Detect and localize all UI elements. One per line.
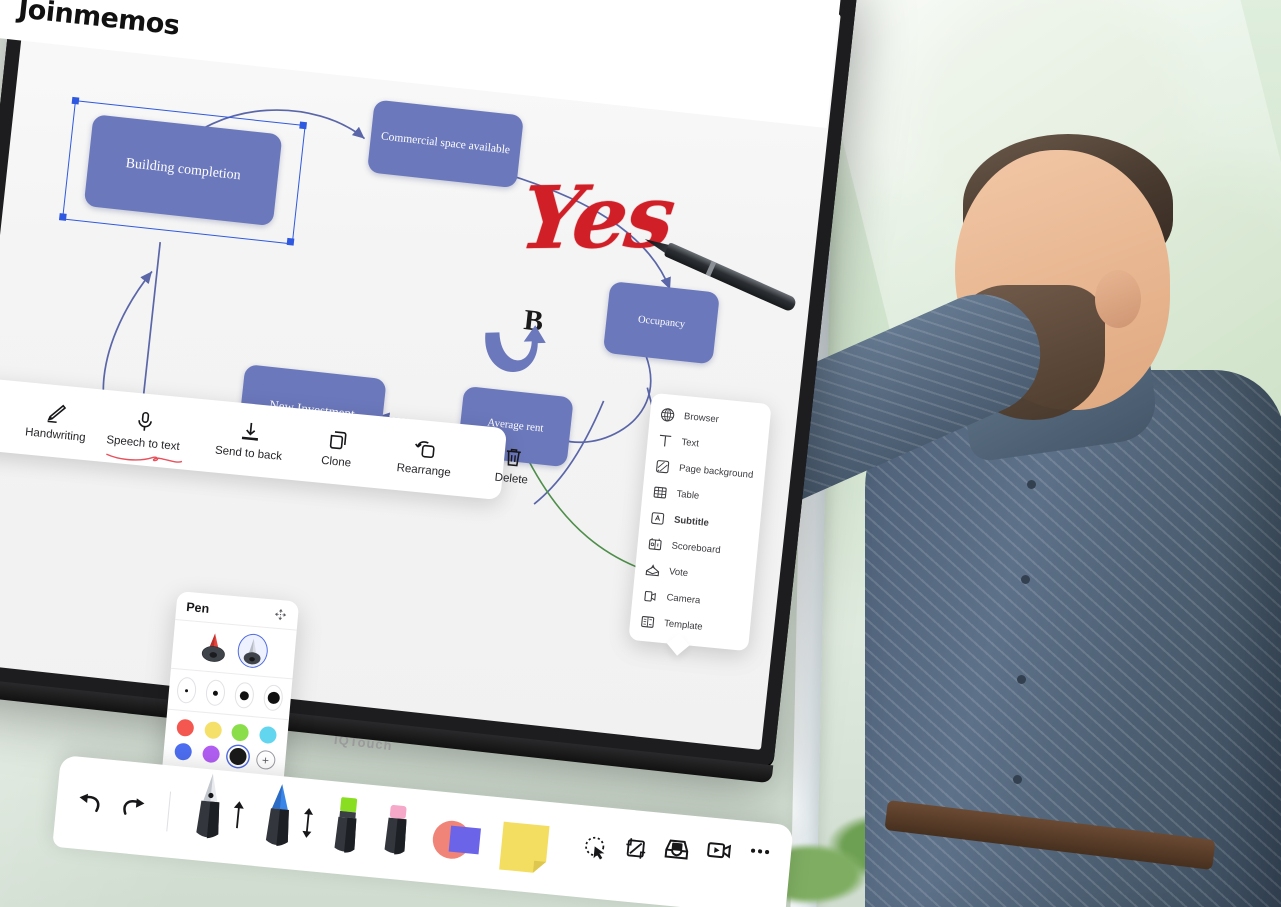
ctx-label: Clone (320, 454, 352, 470)
color-swatch-cyan[interactable] (258, 725, 277, 745)
node-label: Building completion (124, 156, 242, 184)
person-using-whiteboard (595, 120, 1281, 907)
node-occupancy[interactable]: Occupancy (602, 281, 720, 365)
color-swatch-blue[interactable] (174, 742, 193, 761)
screenshot-root: IQTouch Building completion Commercial s… (0, 0, 1281, 907)
send-to-back-icon (241, 422, 259, 441)
redo-button[interactable] (117, 792, 150, 825)
undo-button[interactable] (73, 788, 106, 821)
node-label: Occupancy (637, 314, 686, 331)
move-icon[interactable] (272, 607, 288, 623)
redo-arrow-icon (123, 798, 145, 815)
menu-item-label: Template (663, 617, 704, 633)
screenshot-crop-icon (626, 838, 646, 859)
menu-item-label: Page background (678, 462, 754, 481)
lasso-select-button[interactable] (581, 833, 609, 861)
curved-arrow-shape (485, 325, 546, 373)
camera-icon (644, 590, 656, 602)
fountain-pen-icon (196, 773, 220, 839)
marker-pen-icon (265, 784, 289, 846)
menu-item-label: Vote (668, 565, 689, 579)
copy-icon (329, 431, 347, 450)
table-grid-icon (653, 486, 667, 498)
ballot-box-icon (645, 563, 660, 576)
marker-pen-icon[interactable] (199, 630, 230, 664)
eraser-icon (384, 805, 407, 855)
lasso-select-icon (585, 836, 605, 860)
ctx-handwriting[interactable]: Handwriting (12, 393, 102, 449)
ctx-clone[interactable]: Clone (292, 420, 382, 476)
menu-item-label: Scoreboard (671, 539, 722, 556)
toolbar-divider (195, 415, 199, 454)
thickness-m-button[interactable] (233, 681, 255, 710)
menu-item-label: Camera (666, 591, 701, 606)
menu-item-label: Table (676, 488, 700, 502)
marker-pen-tool-button[interactable] (255, 779, 318, 862)
color-swatch-yellow[interactable] (203, 720, 223, 740)
resize-vertical-icon (302, 807, 314, 838)
undo-arrow-icon (79, 793, 100, 813)
color-swatch-red[interactable] (176, 718, 195, 738)
thickness-xs-button[interactable] (175, 676, 198, 705)
text-t-icon (659, 434, 672, 446)
insert-menu-popup: Browser Text Page background Table Subti… (628, 392, 772, 652)
device-brand-label: IQTouch (333, 731, 394, 754)
rearrange-icon (415, 441, 435, 459)
color-swatch-purple[interactable] (201, 744, 221, 764)
eraser-tool-button[interactable] (375, 801, 417, 870)
highlighter-tool-button[interactable] (325, 793, 368, 866)
template-icon (641, 615, 655, 628)
globe-icon (661, 407, 675, 422)
sticky-note-tool-button[interactable] (495, 817, 554, 878)
pen-icon (47, 404, 67, 424)
screenshot-button[interactable] (622, 834, 650, 862)
ctx-delete[interactable]: Delete (467, 437, 557, 493)
thickness-s-button[interactable] (204, 678, 227, 707)
ctx-send-to-back[interactable]: Send to back (205, 412, 295, 468)
more-dots-icon (751, 848, 770, 855)
selection-handle-tr[interactable] (299, 121, 307, 130)
subtitle-icon (651, 511, 665, 525)
color-swatch-green[interactable] (231, 723, 250, 742)
sticky-note-icon (499, 821, 550, 873)
highlighter-icon (334, 797, 358, 853)
thickness-l-button[interactable] (262, 684, 284, 712)
fountain-pen-tool-button[interactable] (185, 770, 249, 857)
ctx-label: Rearrange (396, 462, 452, 480)
fountain-pen-icon[interactable] (236, 632, 270, 670)
person-ear (1095, 270, 1141, 328)
record-video-button[interactable] (704, 835, 735, 866)
ctx-label: Handwriting (24, 426, 87, 445)
menu-item-label: Subtitle (673, 514, 710, 529)
shapes-icon (432, 820, 481, 859)
selection-handle-br[interactable] (286, 237, 295, 246)
add-color-button[interactable]: + (255, 749, 276, 771)
selection-handle-bl[interactable] (58, 213, 67, 221)
more-options-button[interactable] (746, 837, 774, 865)
menu-item-label: Text (681, 436, 700, 450)
shapes-tool-button[interactable] (425, 812, 486, 873)
archive-button[interactable] (662, 834, 693, 865)
pen-panel-title: Pen (185, 599, 210, 616)
ctx-label: Send to back (214, 444, 283, 463)
ctx-rearrange[interactable]: Rearrange (380, 429, 470, 485)
pen-height-arrow-icon (233, 801, 244, 829)
node-label: Commercial space available (380, 130, 511, 157)
color-swatch-black[interactable] (229, 747, 248, 766)
video-record-icon (707, 842, 732, 859)
selection-handle-tl[interactable] (71, 96, 80, 105)
inbox-archive-icon (664, 839, 689, 860)
microphone-icon (138, 411, 152, 431)
trash-icon (506, 448, 521, 467)
menu-item-label: Browser (683, 410, 720, 425)
ctx-label: Delete (494, 471, 529, 487)
scoreboard-icon (648, 537, 662, 550)
hatched-square-icon (656, 459, 670, 473)
ctx-speech-to-text[interactable]: Speech to text (99, 402, 189, 463)
toolbar-divider (166, 791, 172, 832)
